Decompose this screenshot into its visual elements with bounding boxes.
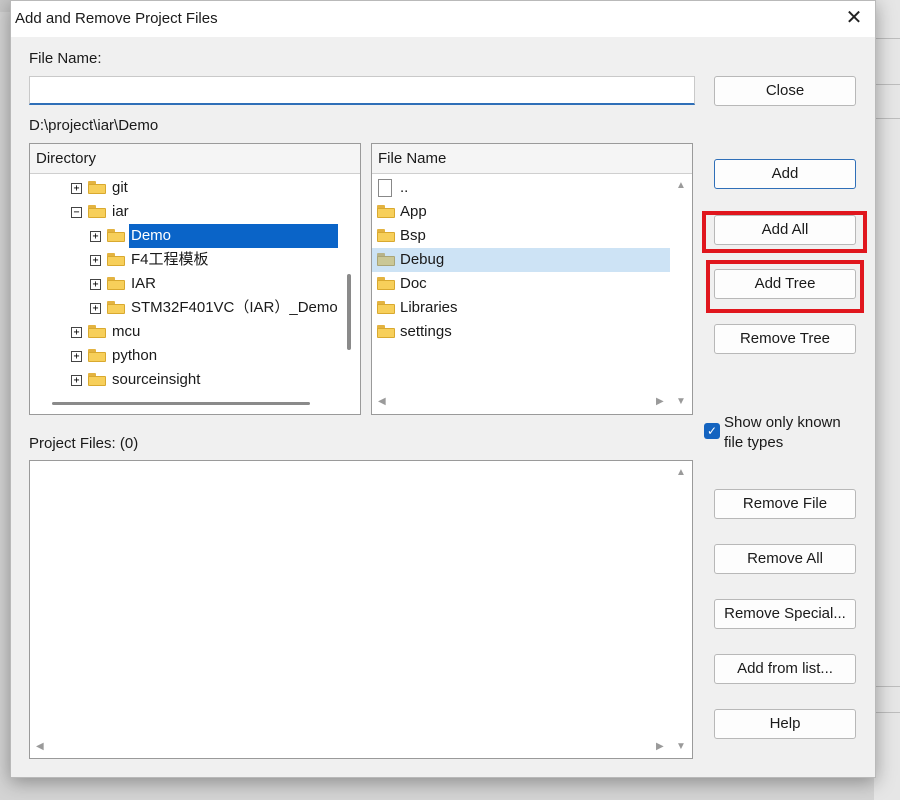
folder-icon xyxy=(107,277,125,290)
tree-item-sourceinsight[interactable]: + sourceinsight xyxy=(30,368,340,392)
expand-icon[interactable]: + xyxy=(90,303,101,314)
add-tree-button[interactable]: Add Tree xyxy=(714,269,856,299)
file-item-label: App xyxy=(400,203,427,220)
dialog-title: Add and Remove Project Files xyxy=(15,10,218,27)
folder-icon xyxy=(88,349,106,362)
tree-item-label: mcu xyxy=(112,323,141,340)
expand-icon[interactable]: + xyxy=(90,255,101,266)
scroll-left-icon[interactable]: ◀ xyxy=(36,741,44,752)
close-icon[interactable]: ✕ xyxy=(843,7,865,29)
directory-tree[interactable]: Directory + git − iar + Demo + F4工程模板 + … xyxy=(29,143,361,415)
expand-icon[interactable]: + xyxy=(90,279,101,290)
tree-item-demo[interactable]: + Demo xyxy=(30,224,340,248)
background-divider xyxy=(874,712,900,713)
tree-item-label: IAR xyxy=(131,275,157,292)
scroll-up-icon[interactable]: ▲ xyxy=(676,180,686,191)
folder-icon xyxy=(377,301,395,314)
remove-all-button[interactable]: Remove All xyxy=(714,544,856,574)
folder-icon xyxy=(377,277,395,290)
tree-item-label: iar xyxy=(112,203,129,220)
remove-special-button[interactable]: Remove Special... xyxy=(714,599,856,629)
tree-item-git[interactable]: + git xyxy=(30,176,340,200)
tree-item-label: STM32F401VC（IAR）_Demo xyxy=(131,299,338,316)
tree-item-label: Demo xyxy=(131,227,172,244)
file-name-label: File Name: xyxy=(29,50,102,67)
scroll-up-icon[interactable]: ▲ xyxy=(676,467,686,478)
file-item-label: Libraries xyxy=(400,299,458,316)
file-item-label: settings xyxy=(400,323,452,340)
add-button[interactable]: Add xyxy=(714,159,856,189)
folder-icon xyxy=(88,325,106,338)
scroll-right-icon[interactable]: ▶ xyxy=(656,741,664,752)
file-list[interactable]: File Name .. App Bsp Debug Doc Libraries xyxy=(371,143,693,415)
tree-horizontal-scrollbar[interactable] xyxy=(52,402,310,405)
help-button[interactable]: Help xyxy=(714,709,856,739)
tree-item-python[interactable]: + python xyxy=(30,344,340,368)
tree-item-stm32[interactable]: + STM32F401VC（IAR）_Demo xyxy=(30,296,340,320)
show-known-types-label-line2: file types xyxy=(724,434,784,451)
file-item-label: Doc xyxy=(400,275,427,292)
background-divider xyxy=(874,686,900,687)
tree-item-label: git xyxy=(112,179,128,196)
remove-tree-button[interactable]: Remove Tree xyxy=(714,324,856,354)
expand-icon[interactable]: + xyxy=(71,183,82,194)
file-icon xyxy=(378,179,392,197)
background-divider xyxy=(874,38,900,39)
file-item-parent[interactable]: .. xyxy=(372,176,670,200)
background-divider xyxy=(874,118,900,119)
background-divider xyxy=(874,84,900,85)
title-bar: Add and Remove Project Files ✕ xyxy=(11,1,875,37)
tree-item-label: F4工程模板 xyxy=(131,251,209,268)
folder-icon xyxy=(88,373,106,386)
tree-item-iar-sub[interactable]: + IAR xyxy=(30,272,340,296)
file-item-app[interactable]: App xyxy=(372,200,670,224)
file-item-label: Bsp xyxy=(400,227,426,244)
folder-icon xyxy=(107,229,125,242)
scroll-left-icon[interactable]: ◀ xyxy=(378,396,386,407)
expand-icon[interactable]: + xyxy=(71,375,82,386)
scroll-right-icon[interactable]: ▶ xyxy=(656,396,664,407)
project-files-list[interactable]: ▲ ▼ ◀ ▶ xyxy=(29,460,693,759)
file-item-settings[interactable]: settings xyxy=(372,320,670,344)
directory-column-header[interactable]: Directory xyxy=(30,144,360,174)
tree-item-label: sourceinsight xyxy=(112,371,201,388)
project-files-label: Project Files: (0) xyxy=(29,435,139,452)
scroll-down-icon[interactable]: ▼ xyxy=(676,741,686,752)
tree-item-f4-template[interactable]: + F4工程模板 xyxy=(30,248,340,272)
file-name-input[interactable] xyxy=(29,76,695,105)
collapse-icon[interactable]: − xyxy=(71,207,82,218)
folder-icon xyxy=(377,205,395,218)
show-known-types-label-line1: Show only known xyxy=(724,414,841,431)
expand-icon[interactable]: + xyxy=(90,231,101,242)
file-item-label: .. xyxy=(400,179,409,196)
file-item-label: Debug xyxy=(400,251,445,268)
background-window-edge xyxy=(874,0,900,800)
expand-icon[interactable]: + xyxy=(71,327,82,338)
expand-icon[interactable]: + xyxy=(71,351,82,362)
folder-icon xyxy=(88,205,106,218)
file-name-column-header[interactable]: File Name xyxy=(372,144,692,174)
tree-item-label: python xyxy=(112,347,158,364)
folder-icon xyxy=(88,181,106,194)
current-path: D:\project\iar\Demo xyxy=(29,117,159,134)
add-remove-files-dialog: Add and Remove Project Files ✕ File Name… xyxy=(10,0,876,778)
tree-item-mcu[interactable]: + mcu xyxy=(30,320,340,344)
folder-icon xyxy=(377,229,395,242)
scroll-down-icon[interactable]: ▼ xyxy=(676,396,686,407)
file-item-doc[interactable]: Doc xyxy=(372,272,670,296)
add-from-list-button[interactable]: Add from list... xyxy=(714,654,856,684)
close-button[interactable]: Close xyxy=(714,76,856,106)
folder-icon xyxy=(377,325,395,338)
show-known-types-checkbox[interactable]: ✓ xyxy=(704,423,720,439)
remove-file-button[interactable]: Remove File xyxy=(714,489,856,519)
file-item-bsp[interactable]: Bsp xyxy=(372,224,670,248)
file-item-debug[interactable]: Debug xyxy=(372,248,670,272)
tree-vertical-scrollbar[interactable] xyxy=(347,274,351,350)
folder-icon xyxy=(107,253,125,266)
folder-icon xyxy=(107,301,125,314)
folder-icon xyxy=(377,253,395,266)
tree-item-iar[interactable]: − iar xyxy=(30,200,340,224)
file-item-libraries[interactable]: Libraries xyxy=(372,296,670,320)
add-all-button[interactable]: Add All xyxy=(714,215,856,245)
